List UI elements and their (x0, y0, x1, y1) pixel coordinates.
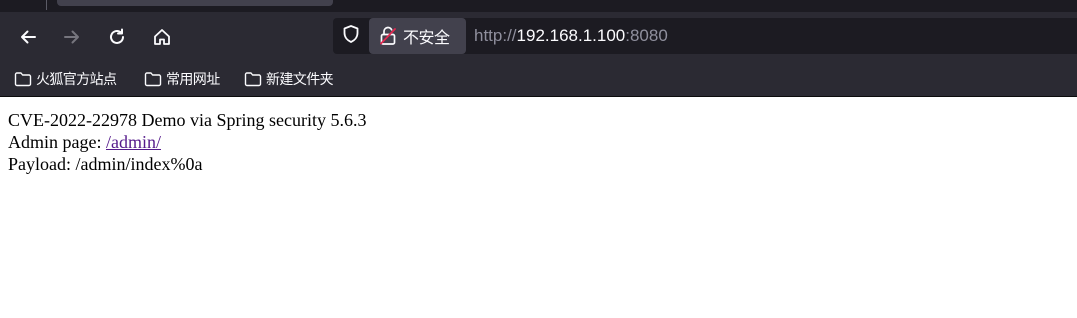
url-bar[interactable]: 不安全 http://192.168.1.100:8080 (333, 18, 1077, 54)
site-security-badge[interactable]: 不安全 (369, 18, 466, 54)
browser-chrome: 不安全 http://192.168.1.100:8080 火狐官方站点 常用网… (0, 0, 1077, 97)
url-text[interactable]: http://192.168.1.100:8080 (474, 26, 668, 46)
reload-button[interactable] (101, 21, 133, 53)
tab-strip (0, 0, 1077, 12)
url-scheme: http:// (474, 26, 517, 45)
admin-page-line: Admin page: /admin/ (8, 131, 366, 153)
admin-page-prefix: Admin page: (8, 132, 106, 152)
page-heading-line: CVE-2022-22978 Demo via Spring security … (8, 110, 367, 130)
tab-separator (46, 0, 47, 10)
folder-icon (14, 71, 32, 87)
url-host: 192.168.1.100 (516, 26, 626, 45)
bookmark-folder-common-sites[interactable]: 常用网址 (144, 68, 220, 90)
bookmark-label: 常用网址 (166, 72, 220, 88)
shield-icon (341, 24, 361, 48)
home-button[interactable] (146, 21, 178, 53)
bookmark-label: 火狐官方站点 (36, 72, 117, 88)
page-body: CVE-2022-22978 Demo via Spring security … (8, 109, 366, 175)
folder-icon (244, 71, 262, 87)
reload-icon (107, 27, 127, 47)
security-label: 不安全 (403, 28, 450, 47)
bookmark-folder-firefox-official[interactable]: 火狐官方站点 (14, 68, 117, 90)
arrow-right-icon (62, 27, 82, 47)
navigation-toolbar: 不安全 http://192.168.1.100:8080 (0, 12, 1077, 62)
bookmark-folder-new-folder[interactable]: 新建文件夹 (244, 68, 334, 90)
admin-link[interactable]: /admin/ (106, 132, 161, 152)
arrow-left-icon (18, 27, 38, 47)
forward-button[interactable] (56, 21, 88, 53)
folder-icon (144, 71, 162, 87)
payload-line: Payload: /admin/index%0a (8, 154, 203, 174)
bookmarks-toolbar: 火狐官方站点 常用网址 新建文件夹 (0, 62, 1077, 96)
back-button[interactable] (12, 21, 44, 53)
home-icon (152, 27, 172, 47)
bookmark-label: 新建文件夹 (266, 72, 334, 88)
tracking-protection-button[interactable] (339, 24, 363, 48)
url-port: :8080 (625, 26, 668, 45)
page-content: CVE-2022-22978 Demo via Spring security … (0, 97, 1077, 318)
active-tab[interactable] (57, 0, 333, 6)
insecure-lock-icon (379, 26, 397, 46)
